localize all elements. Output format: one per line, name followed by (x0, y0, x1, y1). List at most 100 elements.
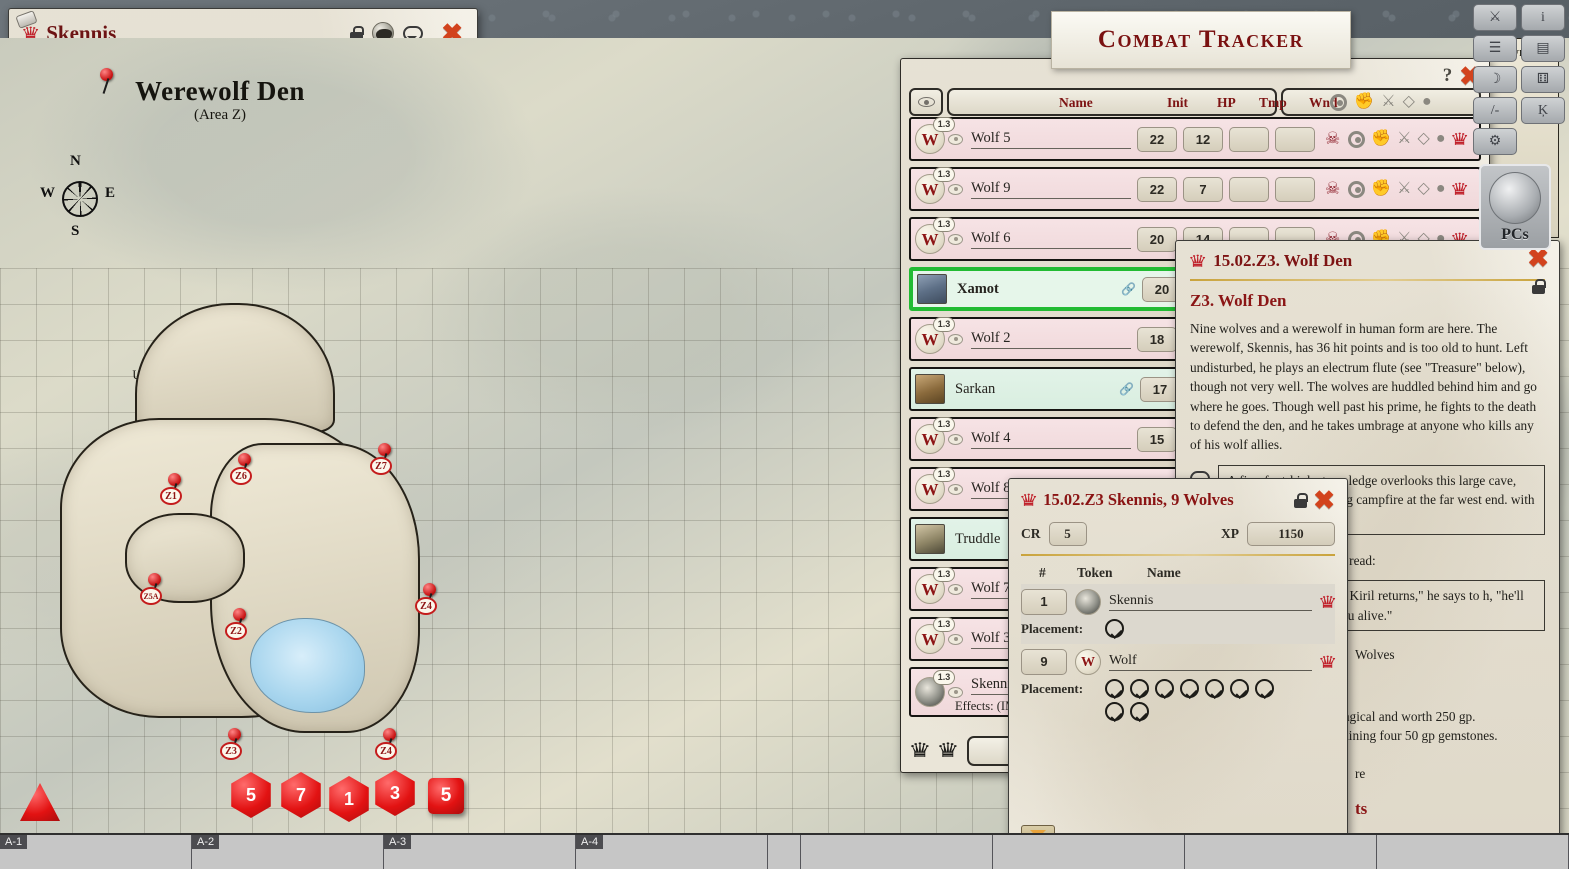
options-icon[interactable]: ⚙ (1473, 128, 1517, 155)
effects-icon[interactable]: ☽ (1473, 66, 1517, 93)
placement-checkbox[interactable] (1130, 679, 1149, 698)
head-icon[interactable]: ● (1436, 181, 1446, 197)
fist-icon[interactable]: ✊ (1371, 181, 1391, 197)
row-visibility-icon[interactable] (948, 633, 963, 645)
hotkey-slot-a4[interactable]: A-4 (576, 835, 768, 869)
map-pin-z4[interactable]: Z4 (375, 728, 405, 760)
target-icon[interactable] (1348, 130, 1366, 148)
row-visibility-icon[interactable] (948, 433, 963, 445)
hotkey-slot-a1[interactable]: A-1 (0, 835, 192, 869)
sword-icon[interactable]: ⚔ (1397, 131, 1411, 147)
head-icon[interactable]: ● (1436, 131, 1446, 147)
map-pin[interactable] (92, 68, 122, 100)
row-init[interactable]: 22 (1137, 126, 1177, 152)
portrait-token-icon[interactable] (917, 274, 947, 304)
token-icon[interactable]: W 1.3 (915, 217, 955, 254)
token-icon[interactable]: W 1.3 (915, 417, 955, 454)
token-icon[interactable]: W 1.3 (915, 317, 955, 354)
target-icon[interactable] (1348, 180, 1366, 198)
entry-count[interactable]: 9 (1021, 649, 1067, 675)
map-pin-z6[interactable]: Z6 (230, 453, 260, 485)
token-icon[interactable] (1075, 589, 1101, 615)
help-icon[interactable]: ? (1443, 65, 1453, 87)
hotkey-slot-extra[interactable] (993, 835, 1185, 869)
close-icon[interactable]: ✖ (1313, 487, 1335, 513)
encounter-entry[interactable]: 9 W Wolf ♛ Placement: (1021, 644, 1337, 727)
token-icon[interactable]: 1.3 (915, 670, 955, 707)
token-icon[interactable]: W 1.3 (915, 167, 955, 204)
entry-name[interactable]: Wolf (1109, 653, 1312, 671)
row-wnd[interactable]: - (1275, 126, 1315, 152)
row-visibility-icon[interactable] (948, 333, 963, 345)
lock-icon[interactable] (1294, 492, 1309, 508)
token-icon[interactable]: W (1075, 649, 1101, 675)
link-icon[interactable]: 🔗 (1121, 282, 1136, 296)
werewolf-icon[interactable]: ♛ (1449, 131, 1469, 148)
row-name[interactable]: Sarkan (955, 381, 1115, 398)
placement-checkbox[interactable] (1255, 679, 1274, 698)
map-pin-z4b[interactable]: Z4 (415, 583, 445, 615)
visibility-toggle-button[interactable] (909, 88, 943, 116)
row-name[interactable]: Wolf 2 (971, 330, 1131, 349)
portrait-token-icon[interactable] (915, 524, 945, 554)
token-icon[interactable]: W 1.3 (915, 467, 955, 504)
hotkey-slot-extra[interactable] (1377, 835, 1569, 869)
entry-name[interactable]: Skennis (1109, 593, 1312, 611)
row-init[interactable]: 22 (1137, 176, 1177, 202)
placement-checkbox[interactable] (1130, 702, 1149, 721)
dice-icon[interactable]: ⚅ (1521, 66, 1565, 93)
lock-icon[interactable] (1531, 279, 1546, 294)
placement-checkbox[interactable] (1230, 679, 1249, 698)
pcs-button[interactable]: PCs (1479, 164, 1551, 250)
token-icon[interactable]: W 1.3 (915, 117, 955, 154)
row-init[interactable]: 17 (1139, 376, 1180, 402)
row-visibility-icon[interactable] (948, 583, 963, 595)
row-hp[interactable]: 7 (1183, 176, 1223, 202)
row-init[interactable]: 15 (1137, 426, 1177, 452)
xp-value[interactable]: 1150 (1247, 522, 1335, 546)
row-visibility-icon[interactable] (948, 233, 963, 245)
die-d6[interactable]: 5 (428, 778, 464, 814)
square-icon[interactable]: ◇ (1418, 181, 1430, 197)
encounter-entry[interactable]: 1 Skennis ♛ Placement: (1021, 584, 1337, 644)
hotkey-slot-extra[interactable] (1185, 835, 1377, 869)
werewolf-icon[interactable]: ♛ (1317, 654, 1337, 671)
notes-icon[interactable]: ▤ (1521, 35, 1565, 62)
map-pin-z1[interactable]: Z1 (160, 473, 190, 505)
row-tmp[interactable]: - (1229, 176, 1269, 202)
placement-checkbox[interactable] (1180, 679, 1199, 698)
token-icon[interactable]: W 1.3 (915, 567, 955, 604)
entry-count[interactable]: 1 (1021, 589, 1067, 615)
row-name[interactable]: Wolf 6 (971, 230, 1131, 249)
square-icon[interactable]: ◇ (1418, 131, 1430, 147)
row-name[interactable]: Xamot (957, 281, 1117, 298)
next-actor-icon[interactable]: ♛ (936, 741, 959, 761)
map-window[interactable]: Main Other Werewolf Den (Area Z) N S W E… (0, 0, 1569, 869)
cr-value[interactable]: 5 (1048, 522, 1087, 546)
sword-icon[interactable]: ⚔ (1397, 181, 1411, 197)
placement-checkbox[interactable] (1205, 679, 1224, 698)
row-tmp[interactable]: - (1229, 126, 1269, 152)
token-icon[interactable]: W 1.3 (915, 617, 955, 654)
map-pin-z2[interactable]: Z2 (225, 608, 255, 640)
link-icon[interactable]: 🔗 (1119, 382, 1134, 396)
row-hp[interactable]: 12 (1183, 126, 1223, 152)
row-visibility-icon[interactable] (948, 686, 963, 698)
portrait-token-icon[interactable] (915, 374, 945, 404)
placement-checkbox[interactable] (1105, 702, 1124, 721)
hotkey-slot-a2[interactable]: A-2 (192, 835, 384, 869)
row-visibility-icon[interactable] (948, 483, 963, 495)
row-visibility-icon[interactable] (948, 133, 963, 145)
combat-icon[interactable]: ⚔ (1473, 4, 1517, 31)
row-name[interactable]: Wolf 4 (971, 430, 1131, 449)
row-visibility-icon[interactable] (948, 183, 963, 195)
table-row[interactable]: W1.3 Wolf 9 22 7 - - ☠ ✊ ⚔ ◇ ●♛ (909, 167, 1481, 211)
table-row[interactable]: W1.3 Wolf 5 22 12 - - ☠ ✊ ⚔ ◇ ●♛ (909, 117, 1481, 161)
modifier-icon[interactable]: /- (1473, 97, 1517, 124)
encounter-window[interactable]: ♛ 15.02.Z3 Skennis, 9 Wolves ✖ CR 5 XP 1… (1008, 478, 1348, 860)
row-init[interactable]: 20 (1137, 226, 1177, 252)
row-name[interactable]: Wolf 5 (971, 130, 1131, 149)
hotkey-slot-extra[interactable] (768, 835, 801, 869)
hotkey-slot-extra[interactable] (801, 835, 993, 869)
row-name[interactable]: Wolf 9 (971, 180, 1131, 199)
